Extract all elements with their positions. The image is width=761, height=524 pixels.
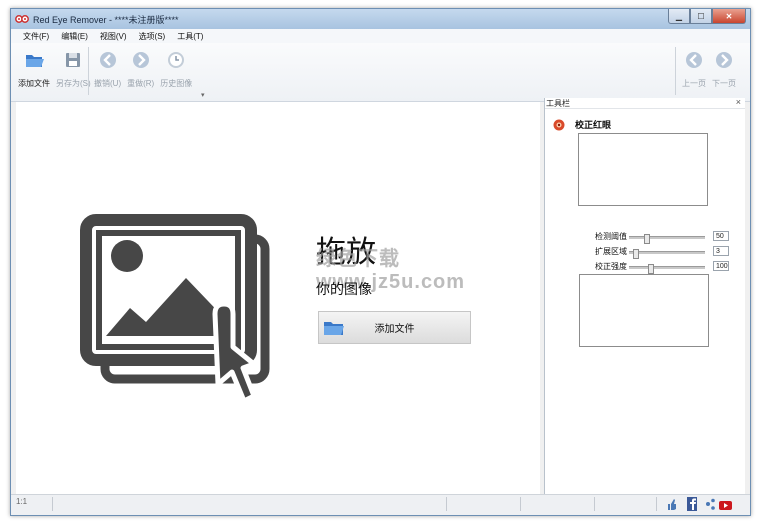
maximize-button[interactable]: ☐ — [690, 9, 712, 24]
redo-label: 重做(R) — [127, 79, 155, 88]
title-bar: Red Eye Remover - ****未注册版**** ▁ ☐ ✕ — [11, 9, 750, 29]
menu-file[interactable]: 文件(F) — [23, 31, 49, 42]
toolbar-grip: ▾ — [201, 92, 205, 99]
slider-thumb[interactable] — [648, 264, 654, 274]
app-logo-icon — [15, 15, 29, 23]
menu-options[interactable]: 选项(S) — [139, 31, 166, 42]
slider-correction-strength: 校正强度 100 — [545, 261, 745, 274]
back-arrow-icon — [99, 52, 116, 68]
minimize-button[interactable]: ▁ — [668, 9, 690, 24]
slider-value-input[interactable]: 100 — [713, 261, 729, 271]
panel-header: 工具栏 × — [545, 97, 745, 109]
status-cell — [55, 497, 447, 511]
add-file-label: 添加文件 — [18, 79, 50, 88]
status-bar: 1:1 — [11, 494, 750, 515]
status-cell — [597, 497, 657, 511]
redeye-label: 校正红眼 — [575, 120, 612, 130]
next-page-label: 下一页 — [712, 79, 736, 88]
slider-label: 扩展区域 — [595, 247, 627, 256]
tools-panel: 工具栏 × 校正红眼 检测阈值 50 扩展区域 3 校正强度 100 — [544, 97, 745, 495]
close-button[interactable]: ✕ — [712, 9, 746, 24]
menu-bar: 文件(F) 编辑(E) 视图(V) 选项(S) 工具(T) — [11, 29, 750, 43]
slider-track[interactable] — [629, 264, 705, 274]
toolbar-separator — [88, 47, 89, 95]
slider-value-input[interactable]: 50 — [713, 231, 729, 241]
slider-thumb[interactable] — [632, 249, 639, 259]
slider-thumb[interactable] — [644, 234, 651, 244]
undo-label: 撤销(U) — [94, 79, 122, 88]
menu-edit[interactable]: 编辑(E) — [61, 31, 88, 42]
status-cell — [523, 497, 595, 511]
next-arrow-icon — [716, 52, 732, 68]
red-eye-icon — [553, 119, 565, 130]
clock-icon — [168, 52, 185, 68]
slider-expand-area: 扩展区域 3 — [545, 246, 745, 259]
next-page-button[interactable]: 下一页 — [709, 45, 739, 97]
preview-box-before — [578, 133, 708, 206]
window-title: Red Eye Remover - ****未注册版**** — [33, 15, 179, 25]
save-icon — [66, 53, 81, 67]
redeye-tool[interactable]: 校正红眼 — [553, 118, 611, 131]
slider-track[interactable] — [629, 234, 705, 244]
add-file-button[interactable]: 添加文件 — [318, 311, 471, 344]
slider-detection-threshold: 检测阈值 50 — [545, 231, 745, 244]
status-cell — [449, 497, 521, 511]
prev-arrow-icon — [686, 52, 702, 68]
youtube-icon[interactable] — [719, 497, 732, 511]
undo-button[interactable]: 撤销(U) — [91, 45, 124, 97]
history-label: 历史图像 — [160, 79, 193, 88]
redo-button[interactable]: 重做(R) — [124, 45, 157, 97]
share-icon[interactable] — [705, 498, 715, 511]
close-icon: ✕ — [725, 11, 733, 21]
forward-arrow-icon — [132, 52, 149, 68]
preview-box-after — [579, 274, 709, 347]
drop-image-icon — [80, 214, 270, 404]
toolbar: 添加文件 另存为(S) 撤销(U) 重做(R) 历史图像 ▾ 上一页 下一页 — [11, 43, 750, 102]
add-file-toolbar-button[interactable]: 添加文件 — [15, 45, 53, 97]
history-button[interactable]: 历史图像 — [157, 45, 195, 97]
panel-close-button[interactable]: × — [736, 97, 741, 107]
open-folder-icon — [26, 55, 44, 67]
slider-value-input[interactable]: 3 — [713, 246, 729, 256]
save-as-label: 另存为(S) — [56, 79, 91, 88]
maximize-icon: ☐ — [697, 11, 705, 21]
panel-title: 工具栏 — [546, 99, 570, 108]
zoom-status: 1:1 — [13, 497, 53, 511]
facebook-icon[interactable] — [687, 497, 697, 511]
app-window: Red Eye Remover - ****未注册版**** ▁ ☐ ✕ 文件(… — [10, 8, 751, 516]
minimize-icon: ▁ — [675, 11, 683, 21]
slider-label: 校正强度 — [595, 262, 627, 271]
thumbs-up-icon[interactable] — [667, 498, 677, 511]
toolbar-separator — [675, 47, 676, 95]
drop-subtitle: 你的图像 — [316, 282, 372, 298]
add-file-button-label: 添加文件 — [374, 324, 415, 335]
prev-page-button[interactable]: 上一页 — [679, 45, 709, 97]
drop-area[interactable]: 拖放 绿色下载 www.jz5u.com 你的图像 添加文件 — [16, 102, 540, 494]
slider-track[interactable] — [629, 249, 705, 259]
menu-view[interactable]: 视图(V) — [100, 31, 127, 42]
slider-label: 检测阈值 — [595, 232, 627, 241]
prev-page-label: 上一页 — [682, 79, 706, 88]
menu-tools[interactable]: 工具(T) — [177, 31, 203, 42]
